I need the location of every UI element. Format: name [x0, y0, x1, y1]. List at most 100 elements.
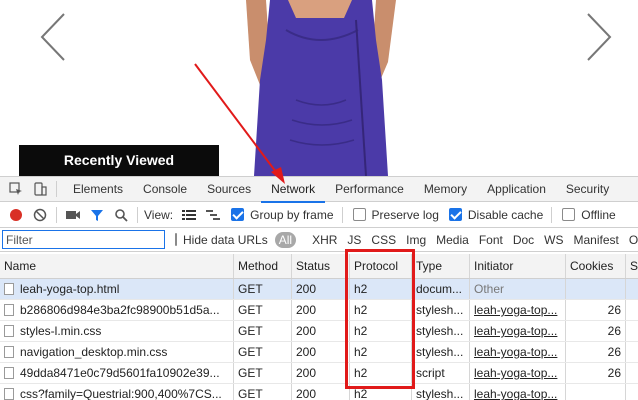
- initiator-link[interactable]: leah-yoga-top...: [474, 387, 557, 400]
- large-rows-icon[interactable]: [177, 203, 201, 227]
- request-size: [626, 363, 638, 383]
- disable-cache-checkbox[interactable]: [448, 208, 462, 221]
- request-initiator[interactable]: leah-yoga-top...: [470, 342, 566, 362]
- next-image-chevron-icon[interactable]: [586, 12, 612, 62]
- filter-type-css[interactable]: CSS: [366, 233, 401, 247]
- request-protocol: h2: [350, 300, 412, 320]
- request-cookies: 26: [566, 321, 626, 341]
- toolbar-divider: [137, 206, 138, 223]
- request-type: script: [412, 363, 470, 383]
- request-method: GET: [234, 384, 292, 400]
- tab-console[interactable]: Console: [133, 177, 197, 202]
- table-row[interactable]: css?family=Questrial:900,400%7CS... GET …: [0, 384, 638, 400]
- tab-elements[interactable]: Elements: [63, 177, 133, 202]
- initiator-link[interactable]: leah-yoga-top...: [474, 366, 557, 380]
- tab-security[interactable]: Security: [556, 177, 619, 202]
- table-row[interactable]: b286806d984e3ba2fc98900b51d5a... GET 200…: [0, 300, 638, 321]
- inspect-element-icon[interactable]: [4, 177, 28, 201]
- recently-viewed-banner: Recently Viewed: [19, 145, 219, 176]
- clear-button[interactable]: [28, 203, 52, 227]
- request-name: navigation_desktop.min.css: [0, 342, 234, 362]
- request-cookies: [566, 384, 626, 400]
- request-cookies: 26: [566, 300, 626, 320]
- capture-screenshots-icon[interactable]: [61, 203, 85, 227]
- group-by-frame-label: Group by frame: [250, 207, 334, 222]
- tab-application[interactable]: Application: [477, 177, 556, 202]
- tab-memory[interactable]: Memory: [414, 177, 477, 202]
- column-header-name[interactable]: Name: [0, 254, 234, 278]
- devtools-panel: Elements Console Sources Network Perform…: [0, 176, 638, 400]
- request-name-text: css?family=Questrial:900,400%7CS...: [20, 387, 222, 400]
- filter-type-ws[interactable]: WS: [539, 233, 568, 247]
- waterfall-overview-icon[interactable]: [201, 203, 225, 227]
- preserve-log-label: Preserve log: [371, 207, 439, 222]
- column-header-protocol[interactable]: Protocol: [350, 254, 412, 278]
- tab-network[interactable]: Network: [261, 177, 326, 203]
- table-row[interactable]: styles-l.min.css GET 200 h2 stylesh... l…: [0, 321, 638, 342]
- filter-input[interactable]: [2, 230, 165, 249]
- filter-type-media[interactable]: Media: [431, 233, 474, 247]
- initiator-link[interactable]: leah-yoga-top...: [474, 345, 557, 359]
- request-method: GET: [234, 300, 292, 320]
- column-header-method[interactable]: Method: [234, 254, 292, 278]
- request-protocol: h2: [350, 342, 412, 362]
- tab-performance[interactable]: Performance: [325, 177, 414, 202]
- offline-checkbox[interactable]: [562, 208, 576, 221]
- offline-label: Offline: [581, 207, 616, 222]
- column-header-status[interactable]: Status: [292, 254, 350, 278]
- record-button[interactable]: [4, 203, 28, 227]
- group-by-frame-checkbox[interactable]: [231, 208, 245, 221]
- document-file-icon: [4, 325, 14, 337]
- request-size: [626, 279, 638, 299]
- device-toolbar-icon[interactable]: [28, 177, 52, 201]
- table-row[interactable]: leah-yoga-top.html GET 200 h2 docum... O…: [0, 279, 638, 300]
- tabbar-divider: [56, 181, 57, 197]
- filter-type-all[interactable]: All: [274, 231, 297, 248]
- search-icon[interactable]: [109, 203, 133, 227]
- column-header-type[interactable]: Type: [412, 254, 470, 278]
- preserve-log-checkbox[interactable]: [352, 208, 366, 221]
- request-name-text: styles-l.min.css: [20, 324, 102, 338]
- initiator-link[interactable]: leah-yoga-top...: [474, 324, 557, 338]
- request-status: 200: [292, 342, 350, 362]
- filter-type-doc[interactable]: Doc: [508, 233, 539, 247]
- filter-type-xhr[interactable]: XHR: [307, 233, 342, 247]
- table-row[interactable]: 49dda8471e0c79d5601fa10902e39... GET 200…: [0, 363, 638, 384]
- initiator-link[interactable]: leah-yoga-top...: [474, 303, 557, 317]
- document-file-icon: [4, 304, 14, 316]
- filter-type-img[interactable]: Img: [401, 233, 431, 247]
- network-toolbar: View: Group by frame Preserve log Disabl…: [0, 202, 638, 228]
- filter-type-font[interactable]: Font: [474, 233, 508, 247]
- column-header-size[interactable]: S: [626, 254, 638, 278]
- document-file-icon: [4, 346, 14, 358]
- request-protocol: h2: [350, 321, 412, 341]
- request-initiator[interactable]: leah-yoga-top...: [470, 300, 566, 320]
- request-initiator[interactable]: leah-yoga-top...: [470, 384, 566, 400]
- previous-image-chevron-icon[interactable]: [40, 12, 66, 62]
- request-status: 200: [292, 279, 350, 299]
- request-size: [626, 321, 638, 341]
- request-initiator: Other: [470, 279, 566, 299]
- request-initiator[interactable]: leah-yoga-top...: [470, 321, 566, 341]
- request-initiator[interactable]: leah-yoga-top...: [470, 363, 566, 383]
- request-type: stylesh...: [412, 321, 470, 341]
- filter-bar: Hide data URLs All XHR JS CSS Img Media …: [0, 228, 638, 252]
- filter-type-js[interactable]: JS: [342, 233, 366, 247]
- filter-icon[interactable]: [85, 203, 109, 227]
- request-name: styles-l.min.css: [0, 321, 234, 341]
- table-row[interactable]: navigation_desktop.min.css GET 200 h2 st…: [0, 342, 638, 363]
- request-cookies: 26: [566, 363, 626, 383]
- tab-sources[interactable]: Sources: [197, 177, 261, 202]
- request-method: GET: [234, 279, 292, 299]
- toolbar-divider: [56, 206, 57, 223]
- request-protocol: h2: [350, 363, 412, 383]
- toolbar-divider: [551, 206, 553, 223]
- column-header-cookies[interactable]: Cookies: [566, 254, 626, 278]
- filter-type-other[interactable]: Other: [624, 233, 638, 247]
- request-status: 200: [292, 384, 350, 400]
- request-status: 200: [292, 300, 350, 320]
- filter-type-manifest[interactable]: Manifest: [569, 233, 624, 247]
- column-header-initiator[interactable]: Initiator: [470, 254, 566, 278]
- hide-data-urls-checkbox[interactable]: [175, 233, 177, 246]
- request-protocol: h2: [350, 384, 412, 400]
